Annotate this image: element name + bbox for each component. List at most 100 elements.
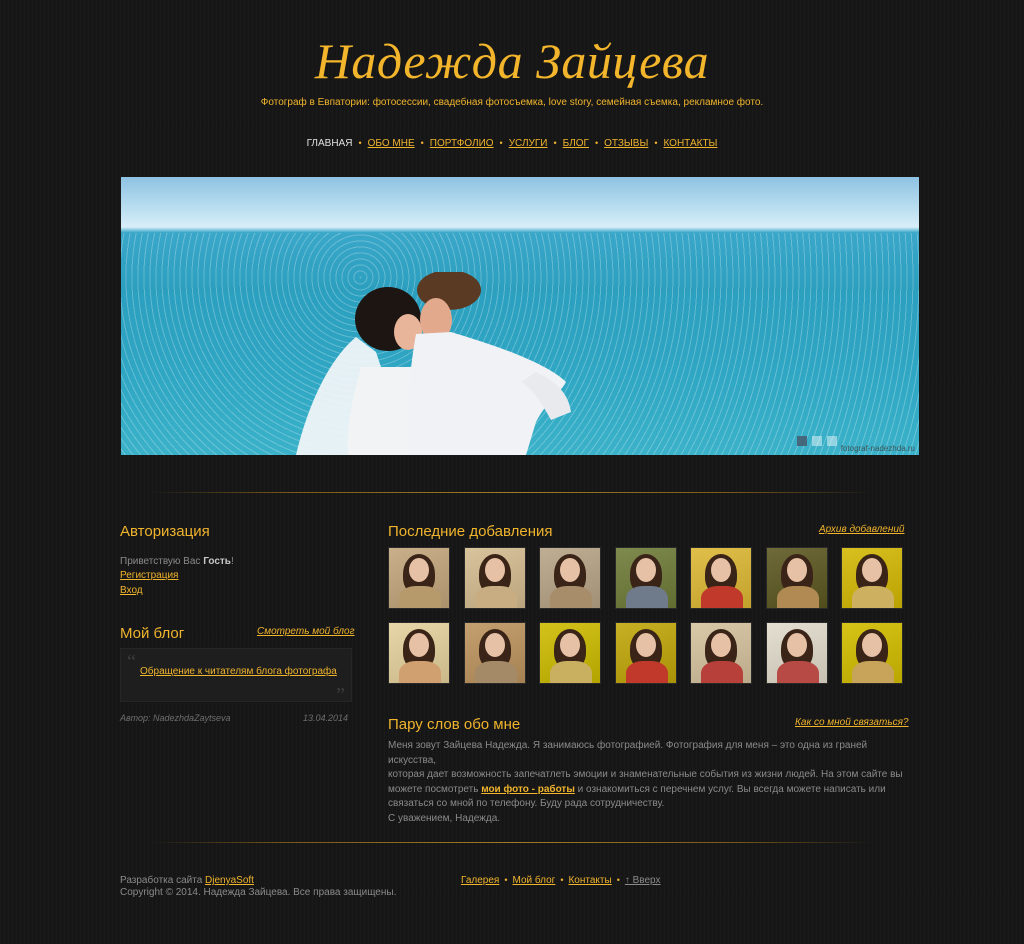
gallery-thumbnail[interactable] [615, 547, 677, 609]
archive-link[interactable]: Архив добавлений [819, 524, 904, 535]
site-tagline: Фотограф в Евпатории: фотосессии, свадеб… [260, 97, 764, 108]
gallery-thumbnail[interactable] [539, 547, 601, 609]
portrait-dress [701, 661, 743, 683]
hero-slider[interactable]: fotograf-nadezhda.ru [121, 177, 919, 455]
about-line-3a: можете посмотреть [388, 783, 479, 795]
nav-separator: • [594, 138, 599, 148]
portrait-face [560, 633, 580, 657]
main-nav: ГЛАВНАЯ • ОБО МНЕ • ПОРТФОЛИО • УСЛУГИ • БЛОГ • ОТ… [0, 138, 1024, 149]
about-signature: С уважением, Надежда. [388, 812, 501, 824]
nav-reviews[interactable]: ОТЗЫВЫ [600, 138, 652, 149]
footer-gallery-link[interactable]: Галерея [461, 875, 499, 886]
portrait-dress [626, 586, 668, 608]
site-title[interactable]: Надежда Зайцева [0, 32, 1024, 90]
footer-blog-link[interactable]: Мой блог [513, 875, 556, 886]
auth-title: Авторизация [120, 523, 210, 540]
latest-title: Последние добавления [388, 523, 553, 540]
nav-services[interactable]: УСЛУГИ [505, 138, 552, 149]
portrait-dress [777, 661, 819, 683]
open-quote-icon: “ [127, 651, 136, 673]
nav-portfolio[interactable]: ПОРТФОЛИО [426, 138, 498, 149]
auth-guest: Гость [203, 556, 231, 567]
portrait-face [485, 633, 505, 657]
gallery-thumbnail[interactable] [841, 622, 903, 684]
gallery-thumbnail[interactable] [766, 622, 828, 684]
portrait-face [409, 633, 429, 657]
about-line-3: можете посмотреть мои фото - работы и оз… [388, 783, 908, 798]
login-link[interactable]: Вход [120, 585, 143, 596]
footer-credits: Разработка сайта DjenyaSoft Copyright © … [120, 875, 396, 898]
auth-greeting-line: Приветствую Вас Гость! [120, 556, 234, 567]
gallery-thumbnail[interactable] [690, 622, 752, 684]
footer-separator: • [560, 875, 564, 885]
my-works-link[interactable]: мои фото - работы [481, 784, 575, 795]
portrait-face [636, 633, 656, 657]
footer-contacts-link[interactable]: Контакты [568, 875, 611, 886]
about-line-2: которая дает возможность запечатлеть эмо… [388, 769, 903, 781]
gallery-thumbnail[interactable] [841, 547, 903, 609]
page: Надежда Зайцева Фотограф в Евпатории: фо… [0, 0, 1024, 944]
blog-title: Мой блог [120, 625, 185, 642]
about-line-3b: и ознакомиться с перечнем услуг. Вы всег… [577, 783, 886, 795]
developer-link[interactable]: DjenyaSoft [205, 875, 254, 886]
gallery-thumbnail[interactable] [615, 622, 677, 684]
portrait-dress [777, 586, 819, 608]
blog-post-link[interactable]: Обращение к читателям блога фотографа [140, 666, 337, 677]
footer-separator: • [504, 875, 508, 885]
nav-blog[interactable]: БЛОГ [559, 138, 593, 149]
about-text: Меня зовут Зайцева Надежда. Я занимаюсь … [388, 739, 908, 827]
portrait-dress [550, 661, 592, 683]
about-title: Пару слов обо мне [388, 716, 521, 733]
portrait-dress [399, 661, 441, 683]
footer-copyright: Copyright © 2014. Надежда Зайцева. Все п… [120, 886, 397, 898]
nav-contacts[interactable]: КОНТАКТЫ [659, 138, 721, 149]
gallery-thumbnail[interactable] [388, 622, 450, 684]
portrait-dress [701, 586, 743, 608]
gallery-thumbnail[interactable] [388, 547, 450, 609]
view-blog-link[interactable]: Смотреть мой блог [257, 626, 355, 637]
footer-separator: • [616, 875, 620, 885]
portrait-dress [852, 586, 894, 608]
contact-link[interactable]: Как со мной связаться? [795, 717, 909, 728]
portrait-face [560, 558, 580, 582]
slider-dot-1[interactable] [797, 436, 807, 446]
portrait-face [409, 558, 429, 582]
hero-couple-image [296, 272, 571, 455]
hero-credit: fotograf-nadezhda.ru [840, 444, 915, 453]
portrait-face [485, 558, 505, 582]
portrait-face [636, 558, 656, 582]
portrait-dress [475, 661, 517, 683]
blog-date: 13.04.2014 [303, 713, 349, 723]
footer-dev-label: Разработка сайта [120, 875, 203, 886]
nav-separator: • [654, 138, 658, 148]
about-line-1: Меня зовут Зайцева Надежда. Я занимаюсь … [388, 740, 868, 766]
nav-home[interactable]: ГЛАВНАЯ [303, 138, 357, 149]
nav-separator: • [553, 138, 557, 148]
gallery-thumbnail[interactable] [464, 547, 526, 609]
portrait-dress [399, 586, 441, 608]
portrait-face [862, 633, 882, 657]
portrait-dress [475, 586, 517, 608]
footer-dev-line: Разработка сайта DjenyaSoft [120, 875, 396, 887]
auth-exclaim: ! [230, 556, 234, 567]
divider-bottom [150, 842, 874, 843]
divider-top [150, 492, 874, 493]
nav-separator: • [358, 138, 362, 148]
portrait-face [787, 558, 807, 582]
back-to-top-link[interactable]: ↑ Вверх [625, 875, 661, 886]
close-quote-icon: ” [336, 684, 345, 706]
slider-dot-3[interactable] [827, 436, 837, 446]
gallery-thumbnail[interactable] [690, 547, 752, 609]
portrait-face [711, 558, 731, 582]
gallery-thumbnail[interactable] [464, 622, 526, 684]
gallery-thumbnail[interactable] [539, 622, 601, 684]
nav-about[interactable]: ОБО МНЕ [364, 138, 419, 149]
portrait-dress [852, 661, 894, 683]
blog-post-box: “ Обращение к читателям блога фотографа … [120, 648, 352, 706]
portrait-dress [626, 661, 668, 683]
slider-dots [792, 433, 837, 451]
register-link[interactable]: Регистрация [120, 570, 178, 581]
slider-dot-2[interactable] [812, 436, 822, 446]
nav-separator: • [499, 138, 503, 148]
gallery-thumbnail[interactable] [766, 547, 828, 609]
